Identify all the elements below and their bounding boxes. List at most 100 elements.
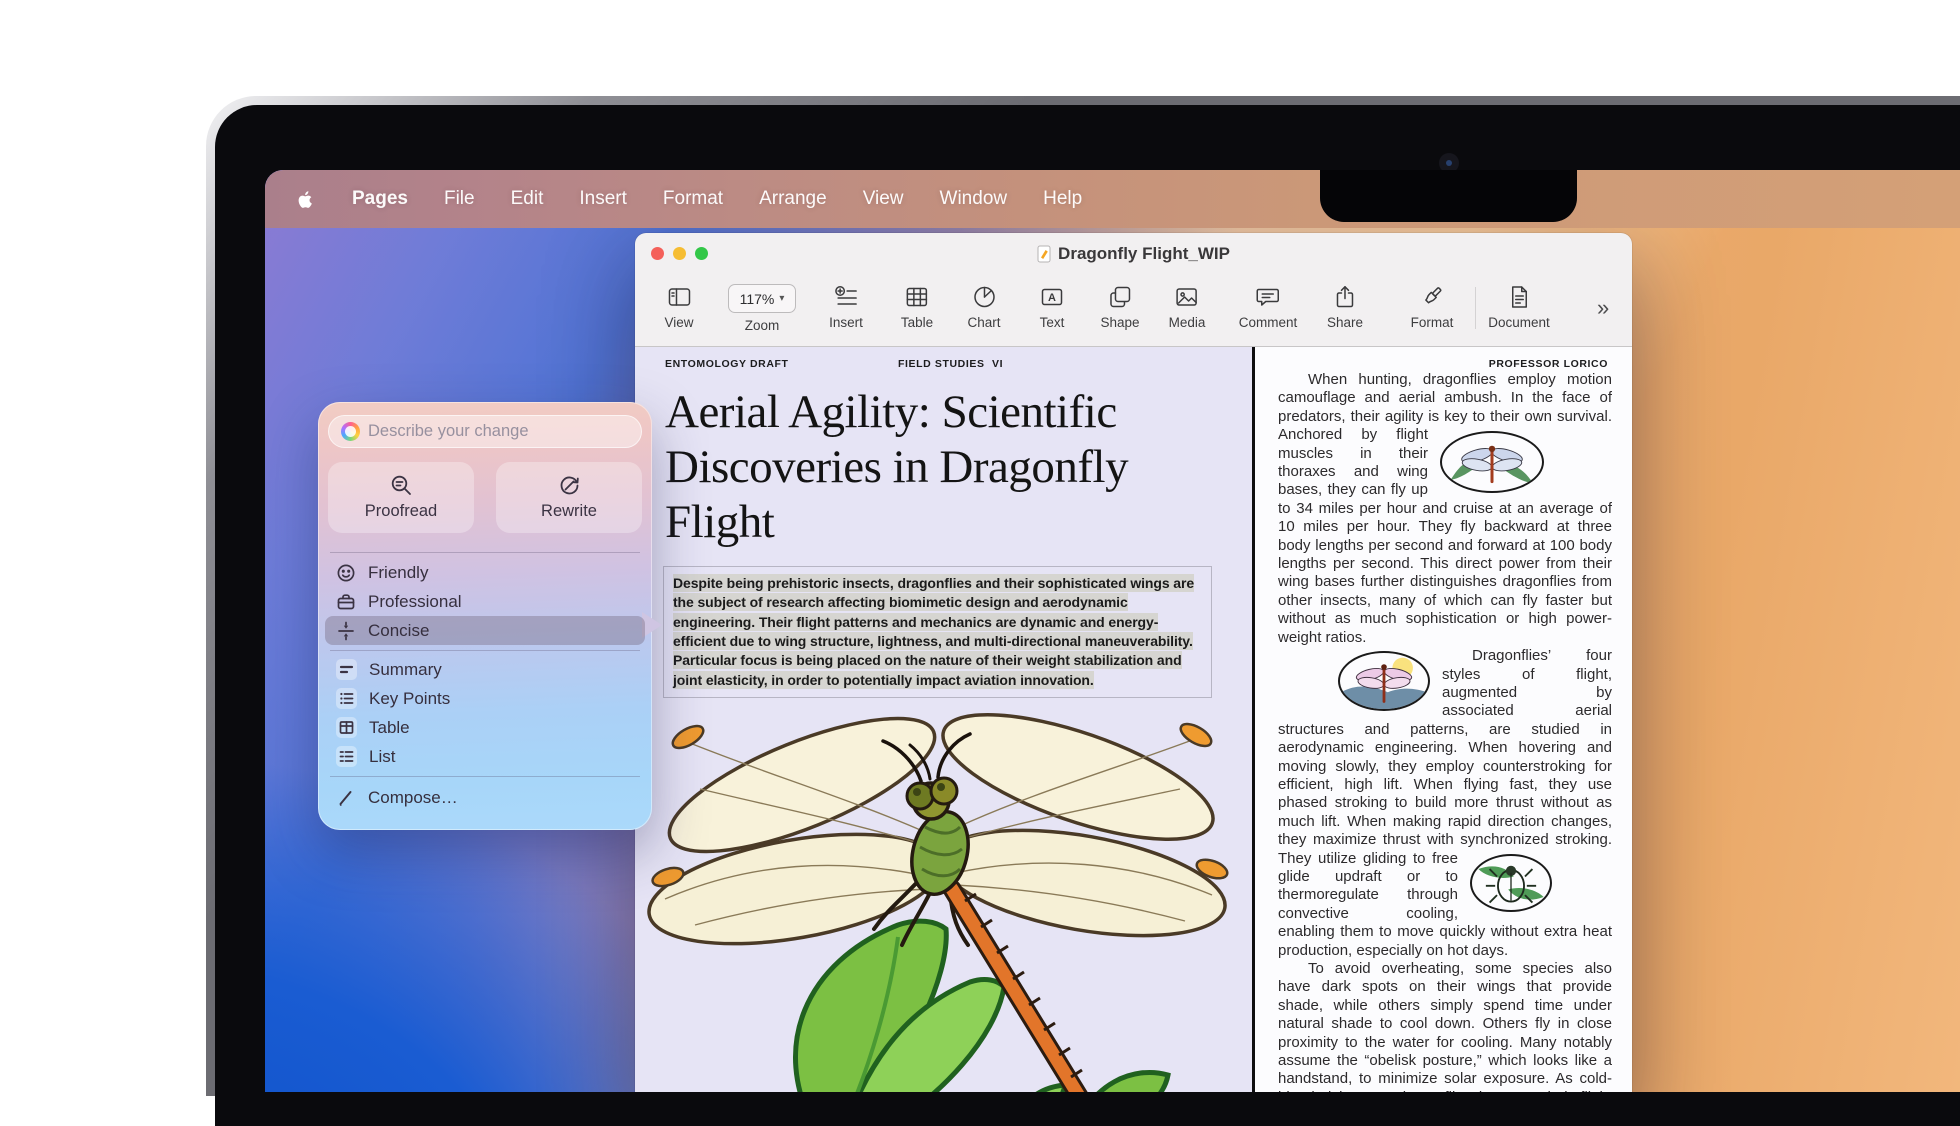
menu-item-label: List — [369, 747, 395, 767]
article-paragraph[interactable]: When hunting, dragonflies employ motion … — [1278, 371, 1612, 647]
rewrite-label: Rewrite — [541, 502, 597, 521]
menu-item-window[interactable]: Window — [940, 188, 1008, 210]
close-button[interactable] — [651, 247, 664, 260]
display-notch — [1320, 170, 1577, 222]
toolbar-insert-button[interactable]: Insert — [829, 284, 863, 330]
toolbar-label: Format — [1411, 315, 1454, 330]
concise-icon — [336, 621, 356, 641]
compose-pencil-icon — [336, 788, 356, 808]
menu-item-label: Compose… — [368, 788, 458, 808]
menu-item-professional[interactable]: Professional — [325, 587, 645, 616]
toolbar-label: Media — [1169, 315, 1206, 330]
toolbar-label: View — [664, 315, 693, 330]
media-icon — [1174, 284, 1200, 310]
menu-item-label: Table — [369, 718, 410, 738]
toolbar-view-button[interactable]: View — [664, 284, 693, 330]
popup-divider — [330, 650, 640, 651]
toolbar-document-button[interactable]: Document — [1488, 284, 1550, 330]
toolbar-media-button[interactable]: Media — [1169, 284, 1206, 330]
toolbar-label: Share — [1327, 315, 1363, 330]
menu-item-arrange[interactable]: Arrange — [759, 188, 827, 210]
inline-image-beetle[interactable] — [1470, 854, 1552, 912]
toolbar-text-button[interactable]: A Text — [1039, 284, 1065, 330]
dragonfly-illustration[interactable] — [640, 677, 1245, 1092]
menu-item-help[interactable]: Help — [1043, 188, 1082, 210]
chevron-down-icon: ▾ — [779, 293, 784, 304]
highlighted-text[interactable]: Despite being prehistoric insects, drago… — [673, 574, 1194, 689]
toolbar-table-button[interactable]: Table — [901, 284, 933, 330]
list-icon — [336, 746, 357, 767]
describe-change-field[interactable] — [328, 415, 642, 448]
shape-icon — [1107, 284, 1133, 310]
toolbar-shape-button[interactable]: Shape — [1100, 284, 1139, 330]
zoom-dropdown[interactable]: 117%▾ — [728, 284, 796, 313]
table-icon — [904, 284, 930, 310]
menu-item-file[interactable]: File — [444, 188, 475, 210]
pages-window: Dragonfly Flight_WIP View 117%▾ Zoom Ins… — [635, 233, 1632, 1092]
header-entomology-draft: ENTOMOLOGY DRAFT — [665, 358, 789, 370]
toolbar-zoom-control[interactable]: 117%▾ Zoom — [728, 284, 796, 333]
document-canvas[interactable]: ENTOMOLOGY DRAFT FIELD STUDIES VI PROFES… — [635, 347, 1632, 1092]
menu-item-label: Concise — [368, 621, 429, 641]
popup-divider — [330, 552, 640, 553]
toolbar-overflow-button[interactable]: » — [1597, 295, 1607, 321]
document-headline[interactable]: Aerial Agility: Scientific Discoveries i… — [665, 385, 1165, 550]
toolbar-label: Shape — [1100, 315, 1139, 330]
menu-item-summary[interactable]: Summary — [325, 655, 645, 684]
fullscreen-button[interactable] — [695, 247, 708, 260]
key-points-icon — [336, 688, 357, 709]
toolbar-label: Text — [1040, 315, 1065, 330]
toolbar-share-button[interactable]: Share — [1327, 284, 1363, 330]
smiley-icon — [336, 563, 356, 583]
table-transform-icon — [336, 717, 357, 738]
menu-item-table[interactable]: Table — [325, 713, 645, 742]
menu-item-compose[interactable]: Compose… — [325, 783, 645, 812]
writing-tools-popup: Proofread Rewrite Friendly Professional … — [318, 402, 652, 830]
rewrite-button[interactable]: Rewrite — [496, 462, 642, 533]
window-titlebar[interactable]: Dragonfly Flight_WIP — [635, 233, 1632, 275]
proofread-icon — [390, 474, 413, 497]
menu-item-insert[interactable]: Insert — [579, 188, 627, 210]
menu-item-format[interactable]: Format — [663, 188, 723, 210]
view-sidebar-icon — [666, 284, 692, 310]
window-toolbar: View 117%▾ Zoom Insert Table Chart — [635, 275, 1632, 347]
chart-pie-icon — [971, 284, 997, 310]
window-title: Dragonfly Flight_WIP — [1037, 244, 1230, 264]
insert-icon — [833, 284, 859, 310]
desktop-screen: Dragonfly Flight_WIP View 117%▾ Zoom Ins… — [265, 170, 1960, 1092]
menu-item-list[interactable]: List — [325, 742, 645, 771]
menu-item-view[interactable]: View — [863, 188, 904, 210]
menu-item-key-points[interactable]: Key Points — [325, 684, 645, 713]
apple-intelligence-icon — [341, 422, 360, 441]
text-box-icon: A — [1039, 284, 1065, 310]
toolbar-label: Document — [1488, 315, 1550, 330]
summary-icon — [336, 659, 357, 680]
menu-item-label: Summary — [369, 660, 442, 680]
toolbar-chart-button[interactable]: Chart — [967, 284, 1000, 330]
article-column[interactable]: When hunting, dragonflies employ motion … — [1278, 371, 1612, 1092]
toolbar-format-button[interactable]: Format — [1411, 284, 1454, 330]
popup-divider — [330, 776, 640, 777]
inline-image-dragonfly-green[interactable] — [1440, 431, 1544, 493]
toolbar-comment-button[interactable]: Comment — [1239, 284, 1298, 330]
describe-change-input[interactable] — [368, 422, 629, 441]
toolbar-label: Table — [901, 315, 933, 330]
apple-logo-icon — [295, 187, 316, 212]
proofread-button[interactable]: Proofread — [328, 462, 474, 533]
article-paragraph[interactable]: Dragonflies’ four styles of flight, augm… — [1278, 647, 1612, 960]
article-paragraph[interactable]: To avoid overheating, some species also … — [1278, 960, 1612, 1092]
page-divider-rule — [1252, 347, 1255, 1092]
proofread-label: Proofread — [365, 502, 437, 521]
menu-item-label: Friendly — [368, 563, 428, 583]
format-brush-icon — [1419, 284, 1445, 310]
menu-item-edit[interactable]: Edit — [511, 188, 544, 210]
menu-item-pages[interactable]: Pages — [352, 188, 408, 210]
document-icon — [1506, 284, 1532, 310]
apple-menu[interactable] — [295, 187, 316, 212]
header-field-studies: FIELD STUDIES — [898, 358, 985, 370]
menu-item-concise[interactable]: Concise — [325, 616, 645, 645]
inline-image-dragonfly-sunset[interactable] — [1338, 651, 1430, 711]
menu-item-friendly[interactable]: Friendly — [325, 558, 645, 587]
share-icon — [1332, 284, 1358, 310]
minimize-button[interactable] — [673, 247, 686, 260]
